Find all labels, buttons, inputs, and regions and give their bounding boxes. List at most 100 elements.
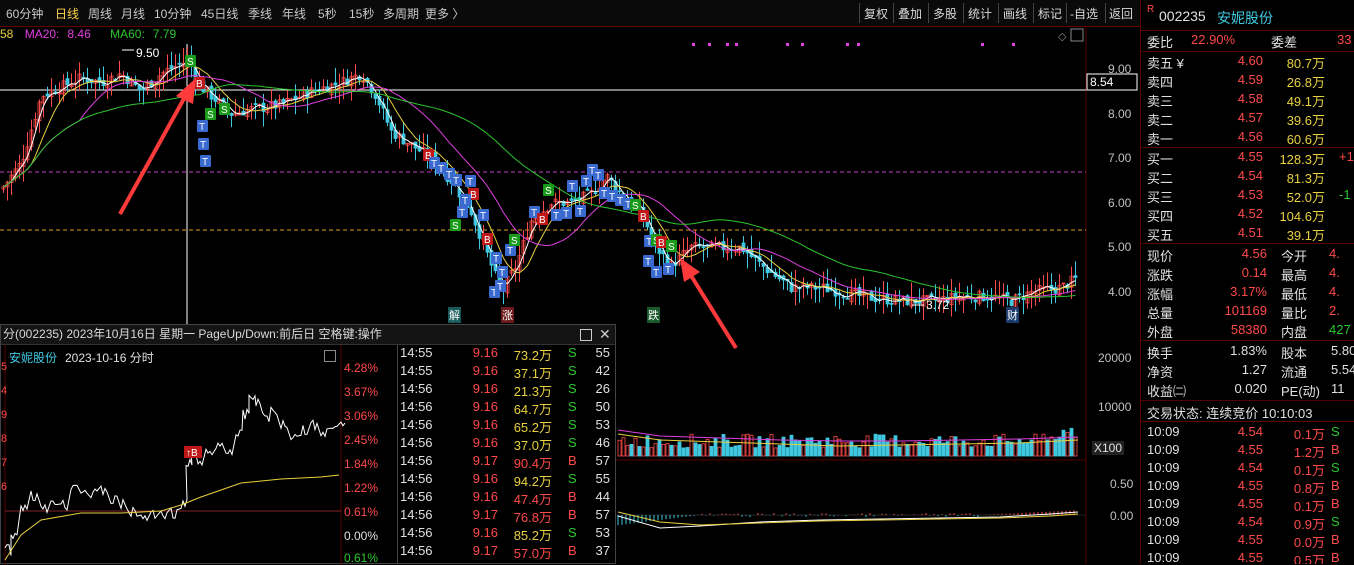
popup-close-icon[interactable]: ✕ — [599, 325, 611, 344]
fund-value: 11 — [1331, 381, 1345, 396]
trade-side: B — [568, 543, 577, 558]
trade-row: 14:56 9.16 21.3万 S 26 — [398, 381, 616, 399]
volume-bar — [869, 446, 874, 457]
popup-titlebar[interactable]: 分(002235) 2023年10月16日 星期一 PageUp/Down:前后… — [1, 325, 615, 345]
t-signal: T — [495, 280, 506, 293]
volume-bar — [709, 446, 714, 457]
signal-letter: T — [459, 208, 465, 219]
volume-bar — [737, 444, 742, 457]
signal-letter: T — [645, 257, 651, 268]
signal-letter: T — [202, 157, 208, 168]
bid-label: 买三 — [1147, 190, 1174, 205]
tag-limit-up[interactable]: 涨 — [501, 307, 514, 323]
price-axis-label: 4.00 — [1108, 285, 1132, 299]
diamond-icon[interactable]: ◇ — [1058, 31, 1067, 43]
tick-price: 4.55 — [1237, 550, 1263, 564]
signal-letter: T — [462, 196, 468, 207]
tick-volume: 0.8万 — [1293, 481, 1325, 496]
quote-label: 最高 — [1281, 268, 1308, 283]
volume-bar — [1009, 441, 1014, 457]
volume-bar — [677, 441, 682, 457]
candle-body — [617, 190, 622, 193]
fund-label: 换手 — [1147, 346, 1174, 361]
volume-bar — [861, 441, 866, 457]
volume-bar — [973, 445, 978, 457]
tag-financial[interactable]: 财 — [1006, 307, 1019, 323]
intraday-popup[interactable]: 分(002235) 2023年10月16日 星期一 PageUp/Down:前后… — [0, 324, 616, 565]
volume-bar — [657, 439, 662, 457]
wei-bi-value: 22.90% — [1191, 32, 1236, 47]
trade-price: 9.17 — [472, 507, 498, 522]
trade-row: 14:56 9.16 47.4万 B 44 — [398, 489, 616, 507]
maximize-icon[interactable] — [1070, 28, 1084, 42]
tick-time: 10:09 — [1147, 496, 1180, 511]
volume-bar — [857, 447, 862, 457]
volume-bar — [641, 446, 646, 457]
tick-time: 10:09 — [1147, 532, 1180, 547]
volume-bar — [749, 434, 754, 457]
trade-price: 9.16 — [472, 525, 498, 540]
trade-count: 57 — [595, 453, 610, 468]
volume-bar — [1037, 440, 1042, 457]
trade-volume: 21.3万 — [513, 384, 552, 399]
trade-side: S — [568, 345, 577, 360]
ask-volume: 39.6万 — [1286, 113, 1325, 128]
low-price-label: 3.72 — [926, 298, 950, 312]
trade-row: 14:56 9.17 90.4万 B 57 — [398, 453, 616, 471]
tag-unlock[interactable]: 解 — [448, 307, 461, 323]
volume-bar — [741, 434, 746, 457]
tick-side: S — [1331, 460, 1340, 475]
candle-body — [333, 82, 338, 86]
ma-lines — [3, 61, 1076, 303]
trade-count: 50 — [595, 399, 610, 414]
price-line — [4, 393, 346, 556]
ask-volume: 80.7万 — [1286, 56, 1325, 71]
signal-letter: T — [653, 268, 659, 279]
t-signal: T — [197, 120, 208, 133]
intraday-chart[interactable]: ↑B — [1, 345, 396, 565]
crosshair-price-label: 8.54 — [1090, 75, 1114, 89]
volume-bar — [821, 446, 826, 457]
ma5-line — [3, 61, 1076, 303]
candle-body — [841, 296, 846, 299]
volume-bar — [701, 443, 706, 457]
ask-label: 卖五 ¥ — [1147, 56, 1184, 71]
bid-change: +1 — [1339, 149, 1354, 164]
popup-maximize-icon[interactable] — [580, 329, 592, 341]
volume-bar — [1045, 439, 1050, 457]
signal-letter: B — [640, 212, 647, 223]
intraday-buy-mark: ↑B — [186, 448, 198, 459]
intraday-lines — [4, 393, 346, 561]
stock-code: 002235 — [1159, 8, 1206, 24]
ask-label: 卖四 — [1147, 75, 1174, 90]
trade-volume: 37.1万 — [513, 366, 552, 381]
tick-time: 10:09 — [1147, 514, 1180, 529]
tick-time: 10:09 — [1147, 424, 1180, 439]
trade-count: 46 — [595, 435, 610, 450]
volume-bar — [933, 438, 938, 457]
volume-ma2-line — [617, 429, 1079, 442]
quote-value: 427 — [1329, 322, 1351, 337]
popup-title: 分(002235) 2023年10月16日 星期一 PageUp/Down:前后… — [3, 327, 382, 341]
trade-side: S — [568, 525, 577, 540]
tick-price: 4.54 — [1237, 424, 1263, 439]
fund-label: 股本 — [1281, 346, 1308, 361]
candle-body — [885, 293, 890, 305]
tag-limit-down[interactable]: 跌 — [647, 307, 660, 323]
bid-volume: 104.6万 — [1279, 209, 1325, 224]
trade-time: 14:56 — [400, 417, 433, 432]
quote-panel: R 002235 安妮股份 委比 22.90% 委差 33 卖五 ¥ 4.60 80… — [1140, 0, 1354, 564]
signal-letter: S — [207, 110, 214, 121]
buy-signal: B — [482, 233, 493, 246]
candle-body — [169, 65, 174, 70]
volume-axis-label: 10000 — [1098, 400, 1132, 414]
trade-time: 14:56 — [400, 489, 433, 504]
volume-bar — [929, 438, 934, 457]
volume-bar — [789, 434, 794, 457]
volume-bar — [1013, 443, 1018, 457]
volume-bar — [765, 438, 770, 457]
volume-bar — [885, 441, 890, 457]
volume-bar — [697, 444, 702, 457]
tick-side: B — [1331, 496, 1340, 511]
quote-label: 量比 — [1281, 306, 1308, 321]
